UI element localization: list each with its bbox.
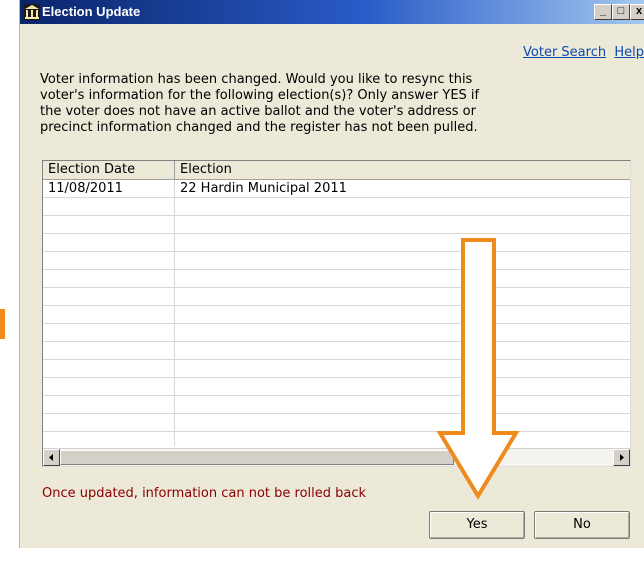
election-name-cell: 22 Hardin Municipal 2011 [180, 181, 347, 196]
close-button[interactable]: x [630, 4, 644, 20]
message-line: Voter information has been changed. Woul… [40, 72, 473, 87]
horizontal-scrollbar[interactable] [43, 448, 630, 466]
election-date-cell: 11/08/2011 [48, 181, 123, 196]
column-header-election-date[interactable]: Election Date [43, 161, 175, 179]
left-orange-marker [0, 309, 5, 339]
empty-table-row [43, 360, 630, 378]
yes-button[interactable]: Yes [429, 511, 525, 539]
minimize-button[interactable]: _ [594, 4, 612, 20]
no-button[interactable]: No [534, 511, 630, 539]
arrow-down-icon [436, 238, 520, 500]
empty-table-row [43, 216, 630, 234]
empty-table-row [43, 306, 630, 324]
voter-search-link[interactable]: Voter Search [523, 45, 606, 60]
message-line: the voter does not have an active ballot… [40, 104, 476, 119]
column-header-election[interactable]: Election [175, 161, 630, 179]
message-line: voter's information for the following el… [40, 88, 480, 103]
empty-table-row [43, 252, 630, 270]
empty-table-row [43, 378, 630, 396]
empty-table-row [43, 396, 630, 414]
scroll-left-button[interactable] [43, 449, 60, 466]
empty-table-row [43, 270, 630, 288]
scrollbar-thumb[interactable] [60, 450, 454, 465]
header-links: Voter Search Help [523, 45, 644, 60]
election-update-dialog: Election Update _ □ x Voter Search Help … [20, 0, 644, 548]
message-line: precinct information changed and the reg… [40, 120, 478, 135]
table-row[interactable]: 11/08/2011 22 Hardin Municipal 2011 [43, 180, 630, 198]
empty-table-row [43, 288, 630, 306]
maximize-button[interactable]: □ [612, 4, 630, 20]
rollback-warning: Once updated, information can not be rol… [42, 486, 367, 501]
scroll-right-button[interactable] [613, 449, 630, 466]
empty-table-row [43, 414, 630, 432]
window-title: Election Update [42, 4, 141, 19]
table-body: 11/08/2011 22 Hardin Municipal 2011 [43, 180, 630, 432]
courthouse-icon [24, 4, 40, 20]
table-header: Election Date Election [43, 161, 630, 180]
empty-table-row [43, 198, 630, 216]
help-link[interactable]: Help [614, 45, 644, 60]
arrow-left-icon [49, 454, 53, 461]
arrow-right-icon [620, 454, 624, 461]
empty-table-row [43, 324, 630, 342]
empty-table-row [43, 234, 630, 252]
empty-table-row [43, 342, 630, 360]
title-bar[interactable]: Election Update _ □ x [20, 0, 644, 24]
elections-table[interactable]: Election Date Election 11/08/2011 22 Har… [42, 160, 631, 467]
resync-message: Voter information has been changed. Woul… [40, 72, 644, 136]
